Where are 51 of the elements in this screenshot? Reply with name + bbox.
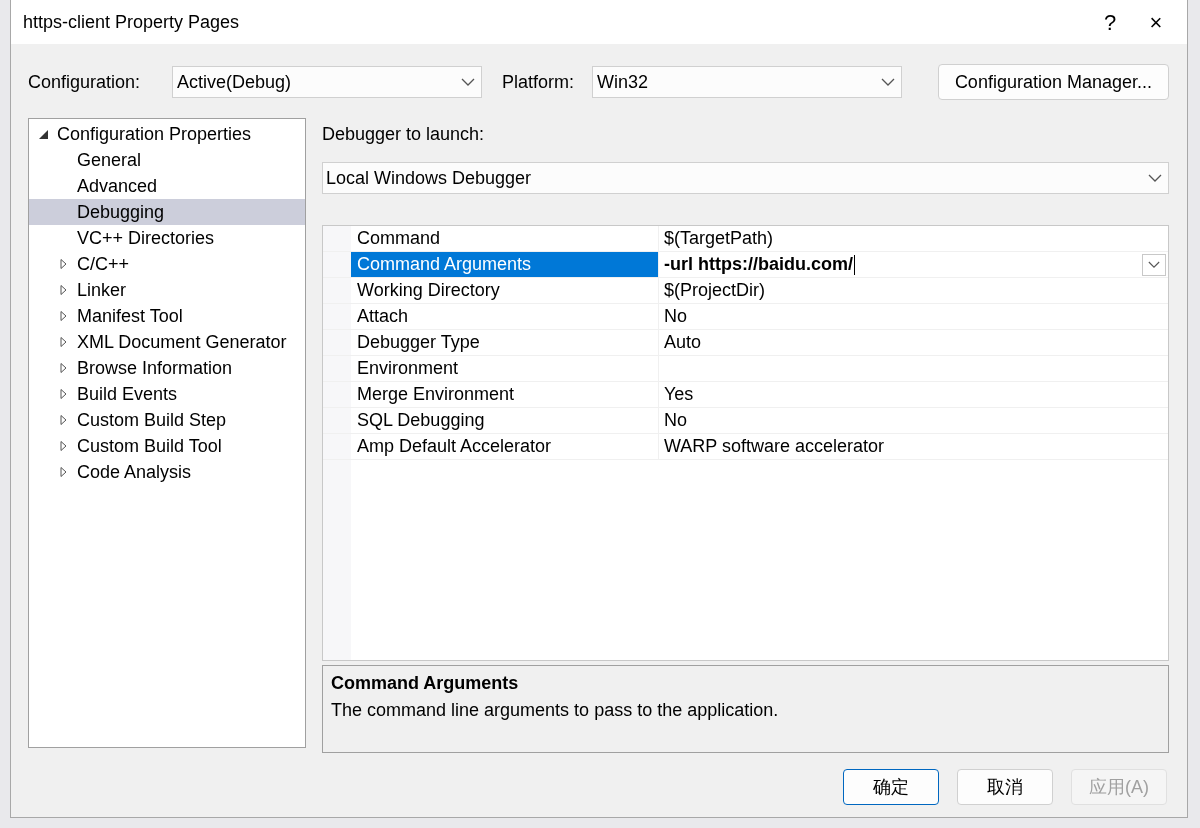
property-value: $(TargetPath) [664,227,774,250]
property-value: No [664,305,687,328]
tree-item[interactable]: XML Document Generator [29,329,305,355]
tree-item[interactable]: Advanced [29,173,305,199]
text-cursor [854,254,855,275]
property-value: Auto [664,331,702,354]
tree-item[interactable]: Linker [29,277,305,303]
chevron-down-icon [1148,173,1162,183]
property-name[interactable]: Debugger Type [351,330,659,355]
property-name[interactable]: Merge Environment [351,382,659,407]
configuration-label: Configuration: [28,70,142,94]
tree-item[interactable]: Code Analysis [29,459,305,485]
property-name[interactable]: Working Directory [351,278,659,303]
tree-item[interactable]: Build Events [29,381,305,407]
window-title: https-client Property Pages [23,10,240,34]
tree-item[interactable]: Configuration Properties [29,121,305,147]
property-name[interactable]: SQL Debugging [351,408,659,433]
tree-item[interactable]: VC++ Directories [29,225,305,251]
property-name[interactable]: Command Arguments [351,252,659,277]
property-value-field[interactable]: -url https://baidu.com/ [664,252,853,277]
platform-dropdown[interactable]: Win32 [592,66,903,98]
debugger-label: Debugger to launch: [322,123,485,146]
debugger-dropdown[interactable]: Local Windows Debugger [322,162,1169,194]
description-text: The command line arguments to pass to the application. [331,700,779,720]
property-name[interactable]: Attach [351,304,659,329]
configuration-manager-button[interactable]: Configuration Manager... [937,64,1169,100]
close-button[interactable]: × [1133,0,1179,44]
chevron-down-icon [881,77,896,87]
chevron-down-icon [461,77,475,87]
property-value: WARP software accelerator [664,435,885,458]
platform-label: Platform: [502,70,575,94]
property-value: Yes [664,383,694,406]
tree-item[interactable]: Debugging [29,199,305,225]
chevron-down-icon [1148,260,1160,269]
tree-item[interactable]: Browse Information [29,355,305,381]
configuration-dropdown[interactable]: Active(Debug) [172,66,482,98]
dropdown-button[interactable] [1142,253,1166,276]
help-button[interactable]: ? [1087,0,1133,44]
description-title: Command Arguments [331,673,519,693]
tree-item[interactable]: Manifest Tool [29,303,305,329]
tree-item[interactable]: Custom Build Tool [29,433,305,459]
tree-item[interactable]: General [29,147,305,173]
tree-item[interactable]: C/C++ [29,251,305,277]
property-value: $(ProjectDir) [664,279,765,302]
tree-item[interactable]: Custom Build Step [29,407,305,433]
property-value: No [664,409,687,432]
property-name[interactable]: Amp Default Accelerator [351,434,659,459]
dialog-button[interactable]: 取消 [957,769,1053,805]
property-name[interactable]: Command [351,226,659,251]
property-name[interactable]: Environment [351,356,659,381]
dialog-button[interactable]: 确定 [843,769,939,805]
